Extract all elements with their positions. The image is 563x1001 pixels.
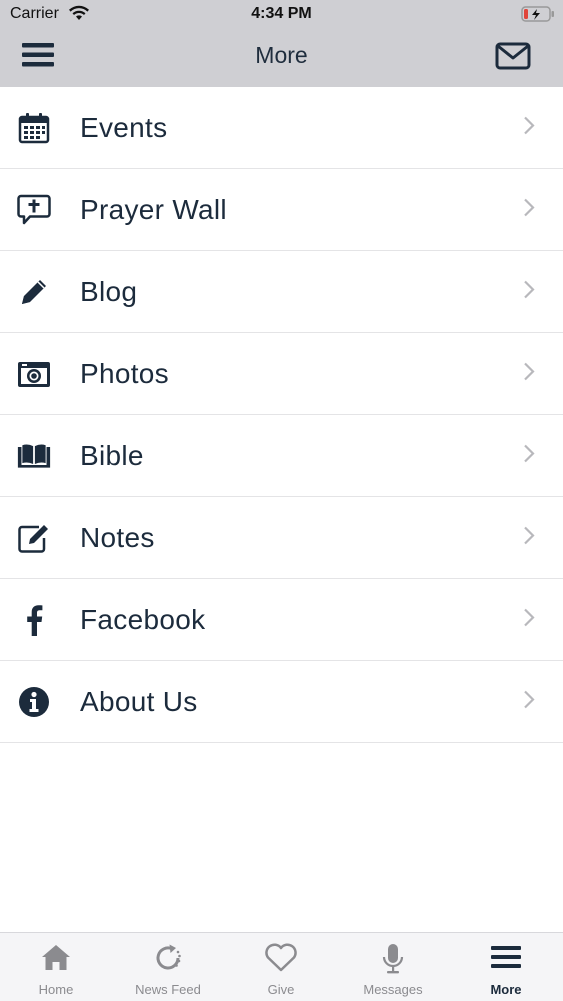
chevron-right-icon — [523, 115, 535, 140]
tab-messages[interactable]: Messages — [337, 933, 449, 1001]
microphone-icon — [337, 943, 449, 975]
chevron-right-icon — [523, 525, 535, 550]
menu-item-prayer-wall[interactable]: Prayer Wall — [0, 169, 563, 251]
page-title: More — [255, 42, 308, 68]
more-menu-list: Events Prayer Wall Blog Photos Bible Not… — [0, 87, 563, 743]
clock: 4:34 PM — [251, 5, 312, 22]
tab-give[interactable]: Give — [225, 933, 337, 1001]
menu-item-bible[interactable]: Bible — [0, 415, 563, 497]
camera-icon — [17, 357, 51, 391]
navigation-bar: More — [0, 30, 563, 87]
chevron-right-icon — [523, 197, 535, 222]
tab-home[interactable]: Home — [0, 933, 112, 1001]
tab-news-feed[interactable]: News Feed — [112, 933, 224, 1001]
menu-item-blog[interactable]: Blog — [0, 251, 563, 333]
prayer-bubble-icon — [17, 193, 51, 227]
info-icon — [17, 685, 51, 719]
chevron-right-icon — [523, 443, 535, 468]
tab-bar: Home News Feed Give Messages More — [0, 932, 563, 1001]
edit-note-icon — [17, 521, 51, 555]
menu-item-label: Notes — [80, 521, 155, 553]
chevron-right-icon — [523, 279, 535, 304]
facebook-icon — [17, 603, 51, 637]
header: Carrier 4:34 PM More — [0, 0, 563, 87]
chevron-right-icon — [523, 361, 535, 386]
menu-item-label: About Us — [80, 685, 198, 717]
book-icon — [17, 439, 51, 473]
menu-item-label: Bible — [80, 439, 144, 471]
refresh-icon — [112, 943, 224, 975]
menu-item-label: Facebook — [80, 603, 206, 635]
tab-label: Give — [267, 982, 295, 997]
menu-item-facebook[interactable]: Facebook — [0, 579, 563, 661]
menu-item-about-us[interactable]: About Us — [0, 661, 563, 743]
menu-item-events[interactable]: Events — [0, 87, 563, 169]
status-bar: Carrier 4:34 PM — [0, 0, 563, 30]
tab-label: News Feed — [135, 982, 201, 997]
chevron-right-icon — [523, 689, 535, 714]
menu-item-label: Blog — [80, 275, 138, 307]
pencil-icon — [17, 275, 51, 309]
menu-item-label: Events — [80, 111, 168, 143]
tab-label: Home — [38, 982, 74, 997]
chevron-right-icon — [523, 607, 535, 632]
envelope-icon — [495, 42, 531, 70]
tab-more[interactable]: More — [450, 933, 562, 1001]
menu-icon — [450, 943, 562, 975]
tab-label: Messages — [363, 982, 423, 997]
heart-icon — [225, 943, 337, 975]
home-icon — [0, 943, 112, 975]
menu-item-photos[interactable]: Photos — [0, 333, 563, 415]
menu-item-label: Prayer Wall — [80, 193, 227, 225]
battery-icon — [521, 6, 555, 27]
menu-item-notes[interactable]: Notes — [0, 497, 563, 579]
mail-button[interactable] — [495, 42, 535, 76]
menu-item-label: Photos — [80, 357, 169, 389]
calendar-icon — [17, 111, 51, 145]
tab-label: More — [490, 982, 522, 997]
